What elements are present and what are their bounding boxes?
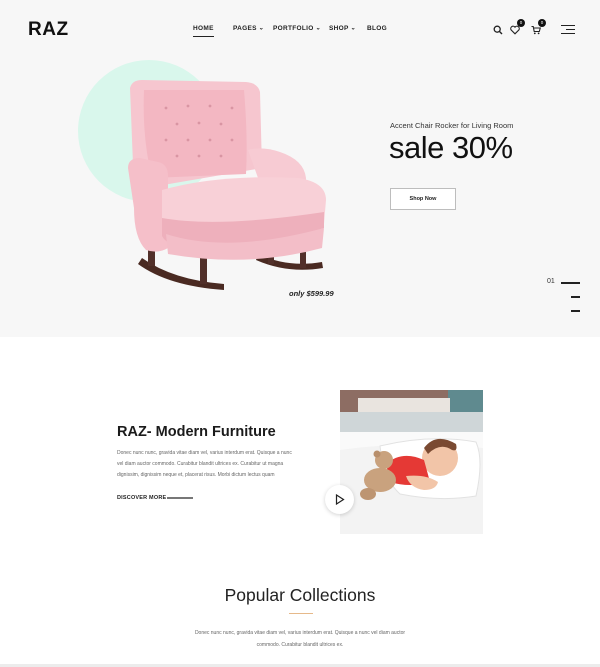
product-price: only $599.99 [289,289,334,298]
collections-title: Popular Collections [224,585,376,605]
discover-more-line [167,497,193,499]
discover-more-link[interactable]: DISCOVER MORE [117,495,166,501]
nav-home-label: HOME [193,25,214,32]
hero-subtitle: Accent Chair Rocker for Living Room [390,121,514,130]
nav-pages[interactable]: PAGES ⌄ [233,25,264,32]
hero-slider: only $599.99 Accent Chair Rocker for Liv… [0,60,600,337]
chevron-down-icon: ⌄ [315,25,321,32]
collections-text: Donec nunc nunc, gravida vitae diam vel,… [0,627,600,651]
about-text: Donec nunc nunc, gravida vitae diam vel,… [117,450,292,478]
play-video-button[interactable] [325,485,354,514]
cart-count-badge: 0 [538,19,546,27]
about-title: RAZ- Modern Furniture [117,424,276,440]
cart-button[interactable]: 0 [531,19,546,35]
nav-blog[interactable]: BLOG [367,25,387,32]
nav-blog-label: BLOG [367,25,387,32]
nav-portfolio[interactable]: PORTFOLIO ⌄ [273,25,321,32]
collections-text-line-1: Donec nunc nunc, gravida vitae diam vel,… [194,630,406,636]
chevron-down-icon: ⌄ [350,25,356,32]
shop-now-button[interactable]: Shop Now [390,188,456,210]
slide-indicator-3[interactable] [571,310,580,312]
collections-divider [289,613,313,614]
nav-home[interactable]: HOME [193,25,214,37]
hero-title: sale 30% [389,130,513,165]
menu-icon[interactable] [559,24,575,36]
wishlist-count-badge: 0 [517,19,525,27]
collections-text-line-2: commodo. Curabitur blandit ultrices ex. [256,642,344,648]
nav-portfolio-label: PORTFOLIO [273,25,314,32]
nav-shop-label: SHOP [329,25,349,32]
nav-shop[interactable]: SHOP ⌄ [329,25,356,32]
play-icon [335,494,345,505]
wishlist-button[interactable]: 0 [510,19,525,35]
slide-indicator-2[interactable] [571,296,580,298]
site-logo[interactable]: RAZ [28,19,69,41]
nav-pages-label: PAGES [233,25,257,32]
slide-number: 01 [547,278,555,285]
chevron-down-icon: ⌄ [258,25,265,32]
site-header: RAZ HOME PAGES ⌄ PORTFOLIO ⌄ SHOP ⌄ BLOG 0 … [0,0,600,60]
rocking-chair-image [128,80,326,290]
slide-indicator-1[interactable] [561,282,580,284]
search-icon[interactable] [493,25,503,35]
child-sleeping-photo [340,390,483,534]
